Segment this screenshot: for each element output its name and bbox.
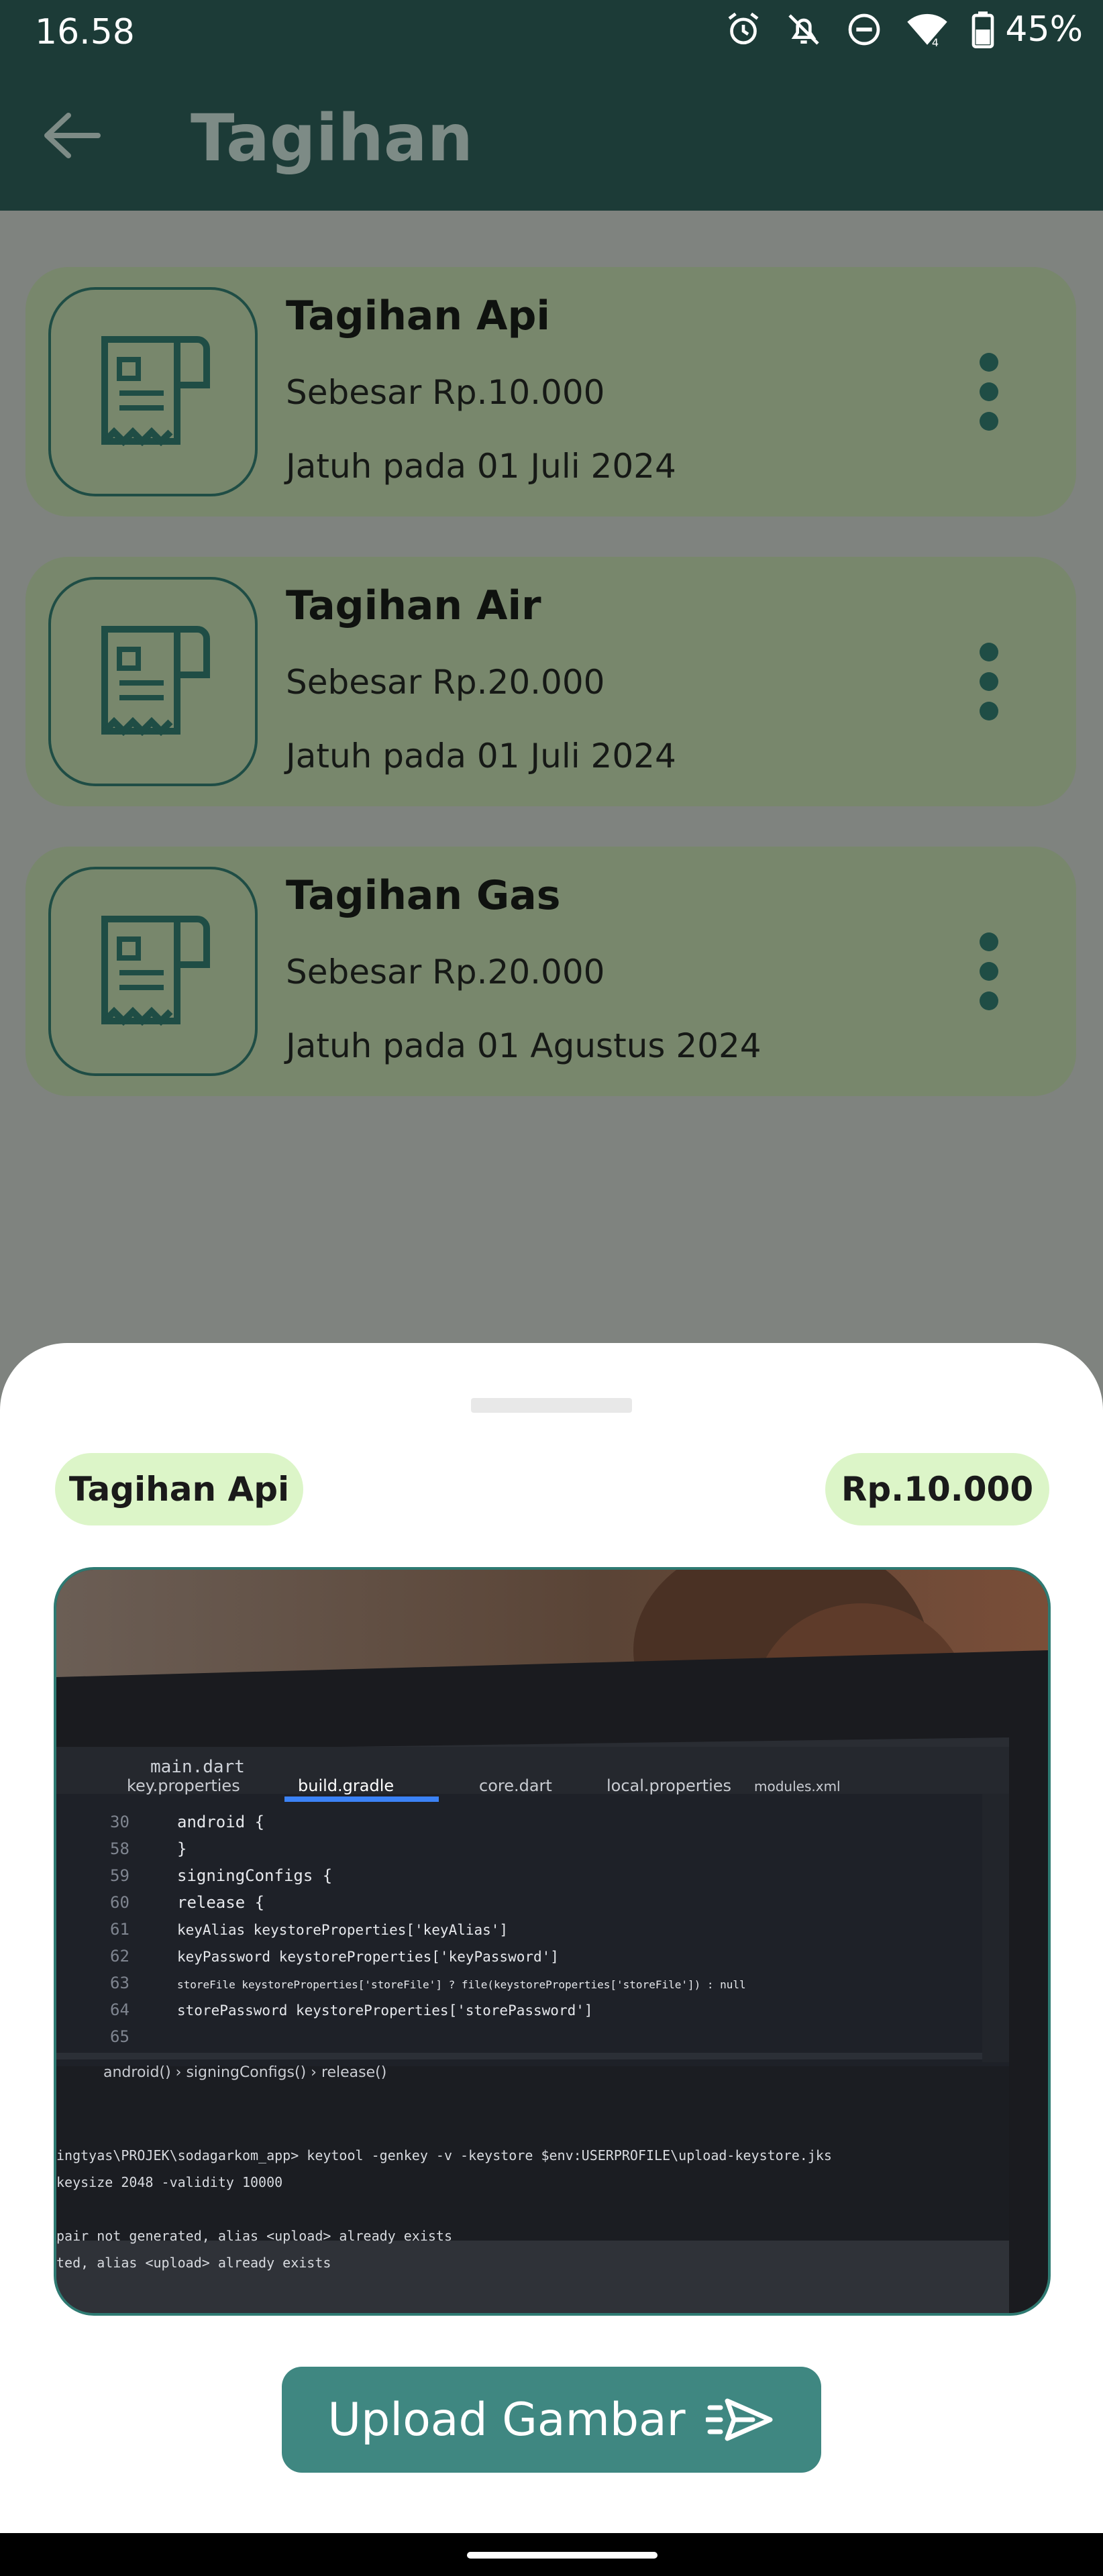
line-number: 60 <box>110 1893 129 1912</box>
editor-tab: local.properties <box>607 1776 731 1795</box>
code-line: keyAlias keystoreProperties['keyAlias'] <box>177 1922 508 1938</box>
line-number: 64 <box>110 2000 129 2019</box>
line-number: 58 <box>110 1839 129 1858</box>
editor-window-title: main.dart <box>150 1757 245 1777</box>
bill-amount: Sebesar Rp.20.000 <box>286 663 605 702</box>
editor-breadcrumb: android() › signingConfigs() › release() <box>103 2064 386 2081</box>
svg-text:4: 4 <box>932 36 939 48</box>
battery-percentage: 45% <box>1005 9 1083 50</box>
drag-handle[interactable] <box>471 1398 632 1413</box>
bill-amount-chip: Rp.10.000 <box>825 1453 1049 1525</box>
back-button[interactable] <box>40 109 107 162</box>
bill-card[interactable]: Tagihan Api Sebesar Rp.10.000 Jatuh pada… <box>25 267 1076 517</box>
status-time: 16.58 <box>35 12 135 52</box>
bill-card[interactable]: Tagihan Air Sebesar Rp.20.000 Jatuh pada… <box>25 557 1076 806</box>
line-number: 62 <box>110 1947 129 1966</box>
bill-due-date: Jatuh pada 01 Juli 2024 <box>286 447 676 486</box>
bill-due-date: Jatuh pada 01 Agustus 2024 <box>286 1026 761 1065</box>
bill-icon-box <box>48 287 258 496</box>
bottom-sheet: Tagihan Api Rp.10.000 main.dart key.prop… <box>0 1343 1103 2533</box>
editor-tab-active: build.gradle <box>298 1776 394 1795</box>
bill-name-chip: Tagihan Api <box>55 1453 303 1525</box>
alarm-icon <box>729 12 759 45</box>
editor-tab: key.properties <box>127 1776 240 1795</box>
bill-amount: Sebesar Rp.20.000 <box>286 953 605 991</box>
terminal-line: ingtyas\PROJEK\sodagarkom_app> keytool -… <box>56 2147 832 2163</box>
home-gesture-pill[interactable] <box>467 2552 658 2559</box>
code-line: android { <box>177 1813 264 1831</box>
code-line: } <box>177 1839 187 1858</box>
code-line: release { <box>177 1893 264 1912</box>
app-bar: Tagihan <box>0 64 1103 211</box>
more-vert-icon <box>980 643 998 661</box>
bill-card[interactable]: Tagihan Gas Sebesar Rp.20.000 Jatuh pada… <box>25 847 1076 1096</box>
send-icon <box>705 2398 773 2441</box>
more-options-button[interactable] <box>976 353 1002 431</box>
uploaded-photo: main.dart key.properties build.gradle co… <box>54 1567 1051 2316</box>
more-vert-icon <box>980 932 998 951</box>
page-title: Tagihan <box>191 101 473 176</box>
receipt-icon <box>101 626 210 737</box>
line-number: 59 <box>110 1866 129 1885</box>
line-number: 63 <box>110 1974 129 1992</box>
more-options-button[interactable] <box>976 643 1002 720</box>
wifi-icon: 4 <box>907 13 948 48</box>
line-number: 30 <box>110 1813 129 1831</box>
status-icons: 4 45% <box>725 9 1083 50</box>
line-number: 65 <box>110 2027 129 2046</box>
more-vert-icon <box>980 353 998 372</box>
terminal-line: keysize 2048 -validity 10000 <box>56 2174 282 2190</box>
code-line: storeFile keystoreProperties['storeFile'… <box>177 1978 746 1991</box>
bill-title: Tagihan Api <box>286 292 550 339</box>
bill-title: Tagihan Air <box>286 582 541 629</box>
bill-amount: Sebesar Rp.10.000 <box>286 373 605 412</box>
do-not-disturb-icon <box>849 13 880 46</box>
bill-icon-box <box>48 867 258 1076</box>
system-nav-bar <box>0 2533 1103 2576</box>
bill-due-date: Jatuh pada 01 Juli 2024 <box>286 737 676 775</box>
upload-image-button[interactable]: Upload Gambar <box>282 2367 821 2473</box>
editor-tab: modules.xml <box>754 1778 841 1794</box>
bill-title: Tagihan Gas <box>286 872 561 919</box>
receipt-icon <box>101 336 210 447</box>
code-line: storePassword keystoreProperties['storeP… <box>177 2002 593 2019</box>
battery-icon <box>972 11 994 48</box>
code-line: keyPassword keystoreProperties['keyPassw… <box>177 1949 559 1965</box>
upload-button-label: Upload Gambar <box>327 2393 686 2447</box>
notifications-off-icon <box>788 14 820 45</box>
receipt-icon <box>101 916 210 1026</box>
code-line: signingConfigs { <box>177 1866 332 1885</box>
bill-icon-box <box>48 577 258 786</box>
arrow-left-icon <box>44 113 101 158</box>
terminal-line: pair not generated, alias <upload> alrea… <box>56 2228 452 2244</box>
terminal-line: ted, alias <upload> already exists <box>56 2255 331 2271</box>
more-options-button[interactable] <box>976 932 1002 1010</box>
editor-tab: core.dart <box>479 1776 552 1795</box>
photo-of-laptop-screen: main.dart key.properties build.gradle co… <box>56 1570 1048 2313</box>
line-number: 61 <box>110 1920 129 1939</box>
status-bar: 16.58 4 45% <box>0 0 1103 64</box>
